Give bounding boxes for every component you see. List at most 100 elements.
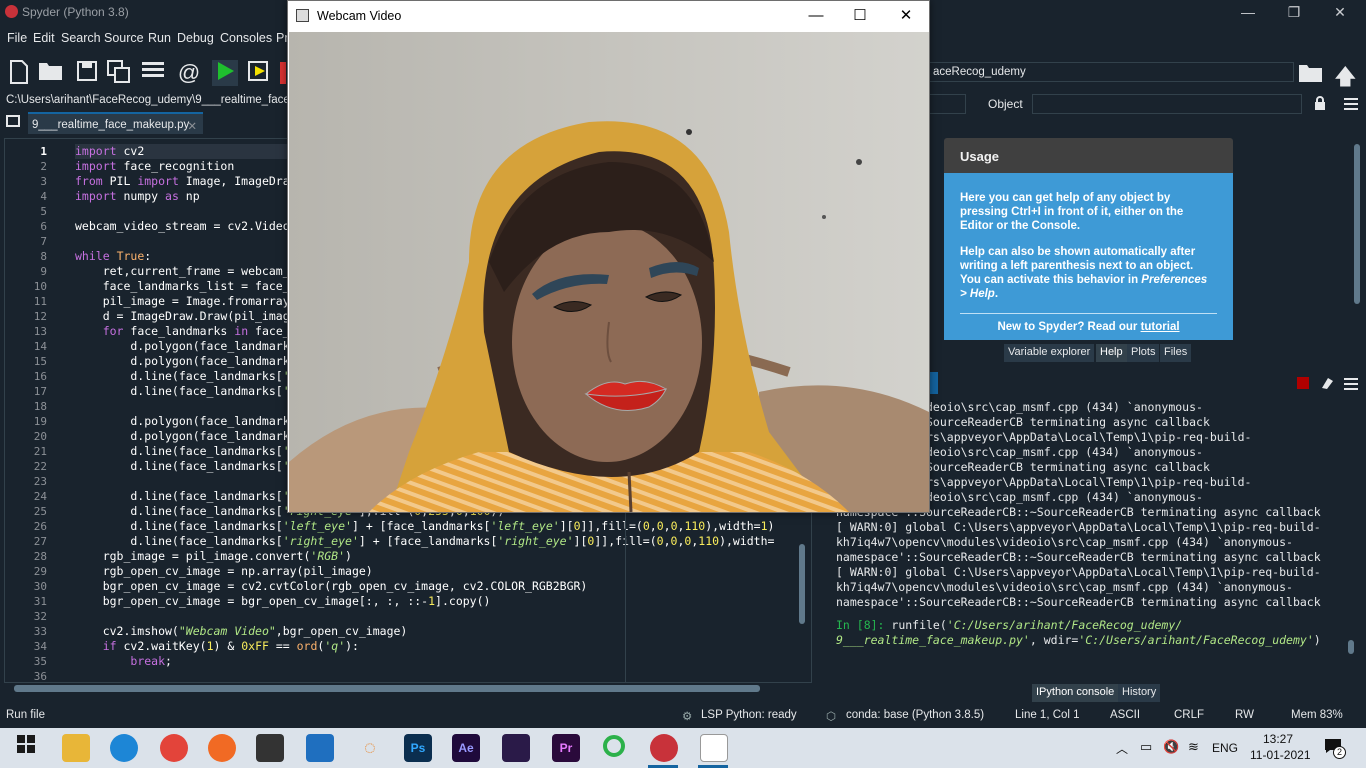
working-directory-combo[interactable]: aceRecog_udemy (928, 62, 1294, 82)
volume-muted-icon[interactable]: 🔇 (1163, 739, 1179, 755)
line-number: 9 (40, 265, 47, 278)
windows-taskbar: ◌ Ps Ae Pr ︿ ▭ 🔇 ≋ ENG 13:27 11-01-2021 … (0, 728, 1366, 768)
spyder-taskbar-icon[interactable] (650, 734, 678, 762)
start-windows-icon[interactable] (12, 734, 40, 762)
save-icon[interactable] (74, 60, 100, 86)
vs-icon[interactable] (502, 734, 530, 762)
console-output-line: kh7iq4w7\opencv\modules\videoio\src\cap_… (836, 535, 1293, 549)
webcam-close-button[interactable]: ✕ (883, 5, 929, 27)
line-number: 1 (40, 145, 47, 158)
tab-realtime-face-makeup[interactable]: 9___realtime_face_makeup.py ✕ (28, 112, 203, 134)
menu-edit[interactable]: Edit (33, 31, 55, 45)
webcam-maximize-button[interactable]: ☐ (837, 5, 883, 27)
notification-center-icon[interactable]: 2 (1324, 738, 1346, 759)
webcam-minimize-button[interactable]: — (793, 5, 839, 27)
lock-icon[interactable] (1314, 96, 1326, 110)
restore-button[interactable]: ❐ (1272, 2, 1316, 22)
stop-kernel-icon[interactable] (1297, 377, 1309, 389)
outline-list-icon[interactable] (140, 60, 166, 86)
tutorial-link[interactable]: tutorial (1141, 321, 1180, 333)
tab-history[interactable]: History (1118, 684, 1161, 702)
menu-source[interactable]: Source (104, 31, 144, 45)
console-input-line: 9___realtime_face_makeup.py', wdir='C:/U… (836, 633, 1321, 647)
object-input[interactable] (1032, 94, 1302, 114)
close-button[interactable]: ✕ (1318, 2, 1362, 22)
store-icon[interactable] (256, 734, 284, 762)
status-message: Run file (6, 709, 45, 721)
menu-debug[interactable]: Debug (177, 31, 214, 45)
line-number: 12 (33, 310, 47, 323)
menu-run[interactable]: Run (148, 31, 171, 45)
run-file-icon[interactable] (212, 60, 238, 86)
menu-file[interactable]: File (7, 31, 27, 45)
tab-help[interactable]: Help (1096, 344, 1127, 362)
eraser-icon[interactable] (1320, 376, 1334, 390)
battery-icon[interactable]: ▭ (1140, 739, 1152, 755)
line-number: 34 (33, 640, 47, 653)
console-scrollbar[interactable] (1346, 400, 1356, 662)
menu-search[interactable]: Search (61, 31, 101, 45)
photoshop-icon[interactable]: Ps (404, 734, 432, 762)
line-number: 25 (33, 505, 47, 518)
clock-date[interactable]: 11-01-2021 (1250, 748, 1311, 762)
eol-mode: CRLF (1174, 709, 1205, 721)
code-line: bgr_open_cv_image = cv2.cvtColor(rgb_ope… (75, 579, 588, 593)
mail-icon[interactable] (306, 734, 334, 762)
edge-browser-icon[interactable] (110, 734, 138, 762)
minimize-button[interactable]: — (1226, 2, 1270, 22)
memory-usage: Mem 83% (1291, 709, 1343, 721)
clock-time[interactable]: 13:27 (1263, 732, 1293, 746)
line-number: 24 (33, 490, 47, 503)
circle-app-icon[interactable] (600, 734, 628, 762)
premiere-icon[interactable]: Pr (552, 734, 580, 762)
line-number: 14 (33, 340, 47, 353)
code-line: rgb_image = pil_image.convert('RGB') (75, 549, 352, 563)
line-number: 11 (33, 295, 47, 308)
line-number: 17 (33, 385, 47, 398)
encoding: ASCII (1110, 709, 1141, 721)
line-number: 3 (40, 175, 47, 188)
run-cell-icon[interactable] (246, 60, 272, 86)
line-number: 22 (33, 460, 47, 473)
window-title: Spyder (Python 3.8) (22, 5, 129, 19)
at-icon[interactable]: @ (176, 60, 202, 86)
code-line: cv2.imshow("Webcam Video",bgr_open_cv_im… (75, 624, 408, 638)
wifi-icon[interactable]: ≋ (1188, 739, 1199, 755)
line-number: 29 (33, 565, 47, 578)
console-options-icon[interactable] (1344, 377, 1358, 390)
show-hidden-icons-icon[interactable]: ︿ (1116, 740, 1128, 757)
line-number: 2 (40, 160, 47, 173)
horizontal-scrollbar[interactable] (6, 682, 796, 694)
source-combo[interactable] (928, 94, 966, 114)
code-line: break; (130, 654, 172, 668)
file-explorer-icon[interactable] (62, 734, 90, 762)
menu-consoles[interactable]: Consoles (220, 31, 272, 45)
options-menu-icon[interactable] (1344, 97, 1358, 110)
browse-tabs-icon[interactable] (6, 115, 20, 127)
tab-plots[interactable]: Plots (1127, 344, 1160, 362)
jupyter-icon[interactable]: ◌ (356, 734, 384, 762)
language-indicator[interactable]: ENG (1212, 741, 1238, 755)
code-line: if cv2.waitKey(1) & 0xFF == ord('q'): (102, 639, 359, 653)
close-tab-icon[interactable]: ✕ (187, 119, 197, 133)
browse-folder-icon[interactable] (1298, 62, 1324, 84)
chrome-icon[interactable] (160, 734, 188, 762)
console-input-line: In [8]: runfile('C:/Users/arihant/FaceRe… (836, 618, 1183, 632)
save-all-icon[interactable] (106, 60, 132, 86)
after-effects-icon[interactable]: Ae (452, 734, 480, 762)
parent-directory-icon[interactable]: 🡅 (1334, 60, 1360, 89)
help-scrollbar[interactable] (1352, 126, 1362, 338)
tab-files[interactable]: Files (1160, 344, 1192, 362)
webcam-window-taskbar-icon[interactable] (700, 734, 728, 762)
open-folder-icon[interactable] (38, 60, 64, 86)
line-number: 7 (40, 235, 47, 248)
tab-variable-explorer[interactable]: Variable explorer (1004, 344, 1095, 362)
line-number: 5 (40, 205, 47, 218)
code-line: d.line(face_landmarks['left_eye'] + [fac… (75, 519, 775, 533)
tab-ipython-console[interactable]: IPython console (1032, 684, 1119, 702)
new-file-icon[interactable] (6, 60, 32, 86)
webcam-video-window[interactable]: Webcam Video — ☐ ✕ (287, 0, 930, 513)
console-output-line: [ WARN:0] global C:\Users\appveyor\AppDa… (836, 520, 1321, 534)
firefox-icon[interactable] (208, 734, 236, 762)
